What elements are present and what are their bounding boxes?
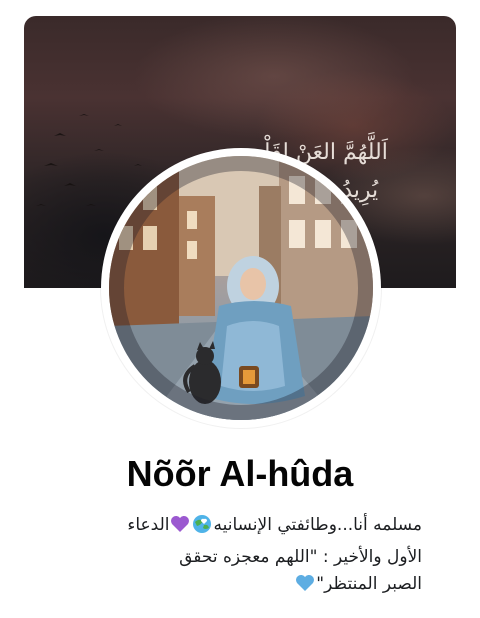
avatar-photo <box>109 156 373 420</box>
bio-line-3-text: الصبر المنتظر" <box>316 574 422 594</box>
blue-heart-icon <box>294 572 316 603</box>
bio-line-2: الأول والأخير : "اللهم معجزه تحقق <box>179 547 422 567</box>
profile-avatar[interactable] <box>101 148 381 428</box>
profile-name: Nõõr Al-hûda <box>126 453 354 494</box>
bio-line-1: مسلمه أنا...وطائفتي الإنسانيه الدعاء <box>58 512 422 544</box>
profile-bio: مسلمه أنا...وطائفتي الإنسانيه الدعاء الأو… <box>58 512 422 603</box>
bio-line-1-text-a: مسلمه أنا...وطائفتي الإنسانيه <box>213 515 422 535</box>
purple-heart-icon <box>169 513 191 544</box>
globe-with-heart-icon <box>191 513 213 544</box>
bio-line-3: الصبر المنتظر" <box>58 571 422 603</box>
avatar-illustration <box>109 156 373 420</box>
bio-line-1-text-b: الدعاء <box>127 515 170 535</box>
